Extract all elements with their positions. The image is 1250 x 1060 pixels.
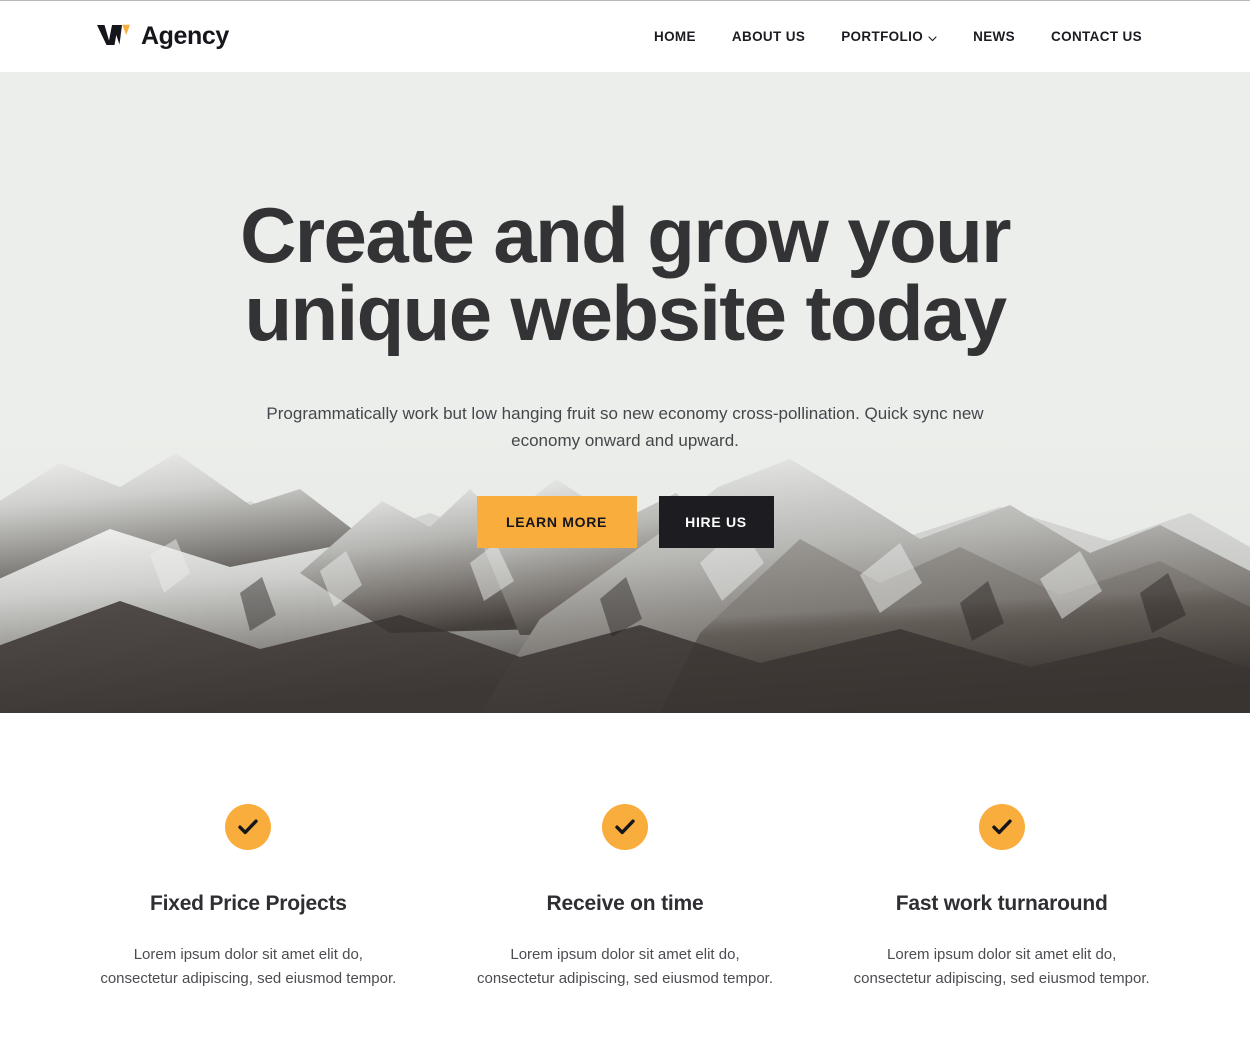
check-circle-icon xyxy=(225,804,272,850)
nav-item-about-us[interactable]: ABOUT US xyxy=(714,29,823,44)
brand-name: Agency xyxy=(141,22,229,50)
features-section: Fixed Price Projects Lorem ipsum dolor s… xyxy=(0,713,1250,991)
nav-item-portfolio[interactable]: PORTFOLIO xyxy=(823,28,955,45)
page-title: Create and grow your unique website toda… xyxy=(240,191,1011,357)
brand-logo[interactable]: Agency xyxy=(96,21,229,52)
nav-item-contact-us[interactable]: CONTACT US xyxy=(1033,29,1142,44)
check-circle-icon xyxy=(978,804,1025,850)
site-header: Agency HOME ABOUT US PORTFOLIO NEWS CONT… xyxy=(0,1,1250,72)
feature-card-receive-on-time: Receive on time Lorem ipsum dolor sit am… xyxy=(437,804,814,991)
feature-title: Fast work turnaround xyxy=(895,892,1108,915)
page-root: Agency HOME ABOUT US PORTFOLIO NEWS CONT… xyxy=(0,0,1250,1060)
hero-subtitle: Programmatically work but low hanging fr… xyxy=(266,404,984,450)
hero-cta-group: LEARN MORE HIRE US xyxy=(0,496,1250,548)
feature-title: Receive on time xyxy=(546,892,704,915)
feature-description: Lorem ipsum dolor sit amet elit do, cons… xyxy=(853,946,1150,987)
w-logo-icon xyxy=(96,21,134,52)
nav-item-home[interactable]: HOME xyxy=(636,29,714,44)
nav-item-label: NEWS xyxy=(973,29,1015,44)
nav-item-label: ABOUT US xyxy=(731,29,806,44)
learn-more-button[interactable]: LEARN MORE xyxy=(476,496,637,548)
nav-item-label: PORTFOLIO xyxy=(841,29,924,44)
check-circle-icon xyxy=(602,804,648,850)
feature-description: Lorem ipsum dolor sit amet elit do, cons… xyxy=(477,946,773,987)
nav-item-news[interactable]: NEWS xyxy=(955,29,1033,44)
chevron-down-icon xyxy=(928,30,937,45)
nav-item-label: HOME xyxy=(653,29,696,44)
feature-title: Fixed Price Projects xyxy=(149,892,347,915)
main-nav: HOME ABOUT US PORTFOLIO NEWS CONTACT US xyxy=(636,28,1142,45)
hire-us-button[interactable]: HIRE US xyxy=(658,496,774,548)
hero-section: Create and grow your unique website toda… xyxy=(0,72,1250,713)
feature-card-fixed-price-projects: Fixed Price Projects Lorem ipsum dolor s… xyxy=(60,804,437,991)
feature-description: Lorem ipsum dolor sit amet elit do, cons… xyxy=(100,946,397,987)
hero-content: Create and grow your unique website toda… xyxy=(0,72,1250,548)
nav-item-label: CONTACT US xyxy=(1051,29,1142,44)
feature-card-fast-work-turnaround: Fast work turnaround Lorem ipsum dolor s… xyxy=(813,804,1190,991)
